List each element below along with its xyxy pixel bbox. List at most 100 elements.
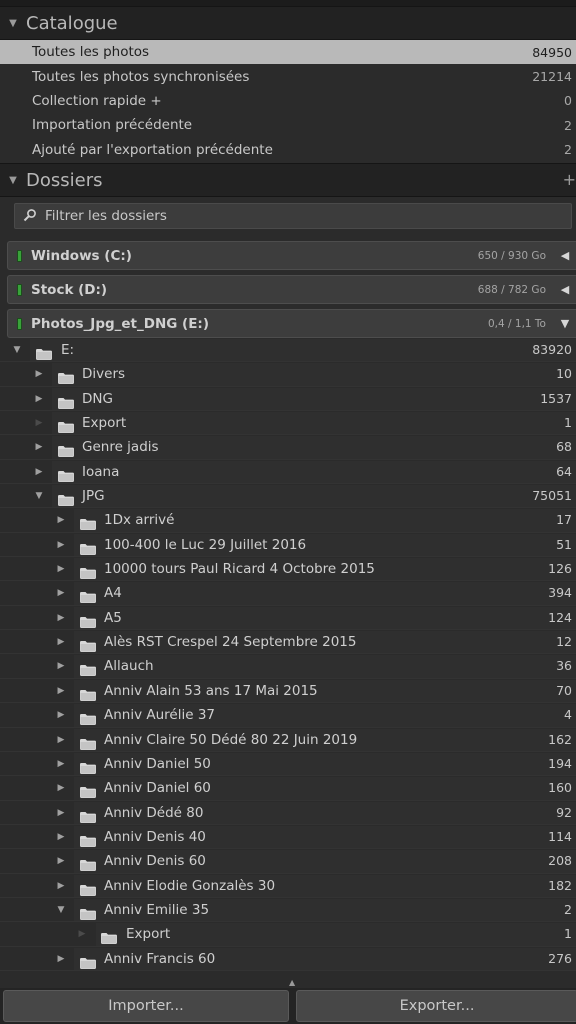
folder-icon <box>80 783 96 799</box>
folder-row[interactable]: ▶ Anniv Alain 53 ans 17 Mai 2015 70 <box>0 679 576 704</box>
disclosure-collapsed-icon[interactable]: ▶ <box>55 581 67 605</box>
folder-icon <box>80 661 96 677</box>
disclosure-collapsed-icon[interactable]: ▶ <box>55 703 67 727</box>
disclosure-collapsed-icon[interactable]: ▶ <box>33 387 45 411</box>
catalogue-item[interactable]: Toutes les photos 84950 <box>0 40 576 65</box>
folder-name: Anniv Claire 50 Dédé 80 22 Juin 2019 <box>104 731 358 748</box>
folder-row[interactable]: ▶ 10000 tours Paul Ricard 4 Octobre 2015 1… <box>0 557 576 582</box>
folder-row[interactable]: ▶ Anniv Elodie Gonzalès 30 182 <box>0 874 576 898</box>
disclosure-collapsed-icon[interactable]: ▶ <box>55 508 67 532</box>
disclosure-collapsed-icon[interactable]: ▶ <box>55 654 67 678</box>
disclosure-expanded-icon[interactable]: ▼ <box>11 338 23 362</box>
volume-header[interactable]: Photos_Jpg_et_DNG (E:) 0,4 / 1,1 To ▼ <box>7 309 576 338</box>
scroll-up-icon[interactable]: ▲ <box>289 978 295 987</box>
folder-row[interactable]: ▶ Anniv Daniel 60 160 <box>0 776 576 801</box>
disclosure-collapsed-icon[interactable]: ▶ <box>33 460 45 484</box>
disclosure-collapsed-icon[interactable]: ▶ <box>55 874 67 898</box>
catalogue-item-count: 84950 <box>532 44 572 60</box>
folder-row[interactable]: ▶ 1Dx arrivé 17 <box>0 508 576 533</box>
folder-icon <box>80 613 96 628</box>
disclosure-collapsed-icon[interactable]: ▶ <box>55 630 67 654</box>
collapse-triangle-icon[interactable]: ▼ <box>0 175 26 186</box>
disclosure-collapsed-icon[interactable]: ▶ <box>33 435 45 459</box>
volume-status-led <box>17 283 22 296</box>
folder-name: Export <box>126 926 171 943</box>
disclosure-expanded-icon[interactable]: ▼ <box>33 484 45 508</box>
volume-size: 650 / 930 Go <box>477 249 546 262</box>
catalogue-item[interactable]: Ajouté par l'exportation précédente 2 <box>0 138 576 162</box>
disclosure-collapsed-icon[interactable]: ▶ <box>55 728 67 752</box>
import-button[interactable]: Importer... <box>3 990 289 1022</box>
search-icon <box>23 207 37 226</box>
folder-row[interactable]: ▶ Genre jadis 68 <box>0 435 576 460</box>
disclosure-collapsed-icon[interactable]: ▶ <box>55 679 67 703</box>
folder-row[interactable]: ▶ Export 1 <box>0 411 576 436</box>
folder-row[interactable]: ▶ A4 394 <box>0 581 576 606</box>
disclosure-collapsed-icon[interactable]: ▶ <box>33 362 45 386</box>
folder-name: Anniv Daniel 50 <box>104 755 211 772</box>
disclosure-collapsed-icon[interactable]: ▶ <box>55 849 67 873</box>
folder-icon <box>80 905 96 920</box>
disclosure-collapsed-icon[interactable]: ▶ <box>55 776 67 800</box>
folder-count: 64 <box>556 463 572 479</box>
disclosure-collapsed-icon[interactable]: ▶ <box>55 606 67 630</box>
folder-row[interactable]: ▶ Anniv Francis 60 276 <box>0 947 576 971</box>
folder-row[interactable]: ▼ Anniv Emilie 35 2 <box>0 898 576 923</box>
chevron-left-icon[interactable]: ◀ <box>556 249 574 262</box>
folder-row[interactable]: ▶ Alès RST Crespel 24 Septembre 2015 12 <box>0 630 576 655</box>
volume-header[interactable]: Stock (D:) 688 / 782 Go ◀ <box>7 275 576 304</box>
folder-icon <box>80 832 96 847</box>
folder-row[interactable]: ▶ Anniv Dédé 80 92 <box>0 801 576 825</box>
folder-row[interactable]: ▶ Allauch 36 <box>0 654 576 679</box>
volume-name: Windows (C:) <box>31 247 132 264</box>
disclosure-collapsed-icon[interactable]: ▶ <box>55 557 67 581</box>
folder-row[interactable]: ▶ 100-400 le Luc 29 Juillet 2016 51 <box>0 533 576 558</box>
catalogue-item[interactable]: Toutes les photos synchronisées 21214 <box>0 64 576 88</box>
folder-count: 68 <box>556 439 572 455</box>
disclosure-collapsed-icon[interactable]: ▶ <box>55 825 67 849</box>
folder-row[interactable]: ▶ Divers 10 <box>0 362 576 387</box>
volume-size: 0,4 / 1,1 To <box>487 317 546 330</box>
folder-filter-input[interactable]: Filtrer les dossiers <box>14 203 572 229</box>
catalogue-item[interactable]: Importation précédente 2 <box>0 113 576 137</box>
folder-name: A4 <box>104 585 122 602</box>
disclosure-collapsed-icon[interactable]: ▶ <box>55 801 67 825</box>
folder-row[interactable]: ▼ E: 83920 <box>0 338 576 363</box>
folder-row[interactable]: ▶ A5 124 <box>0 606 576 631</box>
catalogue-panel-header[interactable]: ▼ Catalogue <box>0 6 576 40</box>
chevron-down-icon[interactable]: ▼ <box>556 317 574 330</box>
disclosure-collapsed-icon[interactable]: ▶ <box>55 752 67 776</box>
collapse-triangle-icon[interactable]: ▼ <box>0 18 26 29</box>
folder-row[interactable]: ▶ Anniv Aurélie 37 4 <box>0 703 576 728</box>
dossiers-panel-header[interactable]: ▼ Dossiers + <box>0 163 576 197</box>
scroll-indicator: ▲ <box>0 978 576 988</box>
disclosure-collapsed-icon: ▶ <box>78 929 86 940</box>
disclosure-collapsed-icon: ▶ <box>35 418 43 429</box>
volume-header[interactable]: Windows (C:) 650 / 930 Go ◀ <box>7 241 576 270</box>
plus-icon[interactable]: + <box>563 170 576 189</box>
dossiers-title: Dossiers <box>26 169 103 191</box>
folder-name: Alès RST Crespel 24 Septembre 2015 <box>104 634 357 651</box>
folder-count: 160 <box>548 780 572 796</box>
folder-row[interactable]: ▶ DNG 1537 <box>0 387 576 412</box>
disclosure-collapsed-icon[interactable]: ▶ <box>55 533 67 557</box>
folder-row-background <box>74 582 576 605</box>
disclosure-expanded-icon[interactable]: ▼ <box>55 898 67 922</box>
folder-row[interactable]: ▶ Anniv Daniel 50 194 <box>0 752 576 777</box>
folder-icon <box>58 442 74 458</box>
folder-row[interactable]: ▶ Anniv Claire 50 Dédé 80 22 Juin 2019 162 <box>0 728 576 752</box>
folder-count: 394 <box>548 585 572 601</box>
folder-row[interactable]: ▶ Ioana 64 <box>0 460 576 485</box>
catalogue-item[interactable]: Collection rapide + 0 <box>0 89 576 113</box>
folder-row[interactable]: ▶ Anniv Denis 40 114 <box>0 825 576 850</box>
folder-tree: ▼ E: 83920 ▶ Divers 10 ▶ DNG 1537 ▶ Export 1 ▶ Genre … <box>0 338 576 978</box>
folder-row[interactable]: ▼ JPG 75051 <box>0 484 576 509</box>
disclosure-collapsed-icon[interactable]: ▶ <box>55 947 67 971</box>
folder-icon <box>58 418 74 434</box>
export-button[interactable]: Exporter... <box>296 990 576 1022</box>
folder-row[interactable]: ▶ Export 1 <box>0 922 576 947</box>
folder-row[interactable]: ▶ Anniv Denis 60 208 <box>0 849 576 874</box>
folder-name: Genre jadis <box>82 439 159 456</box>
folder-count: 83920 <box>532 342 572 357</box>
chevron-left-icon[interactable]: ◀ <box>556 283 574 296</box>
